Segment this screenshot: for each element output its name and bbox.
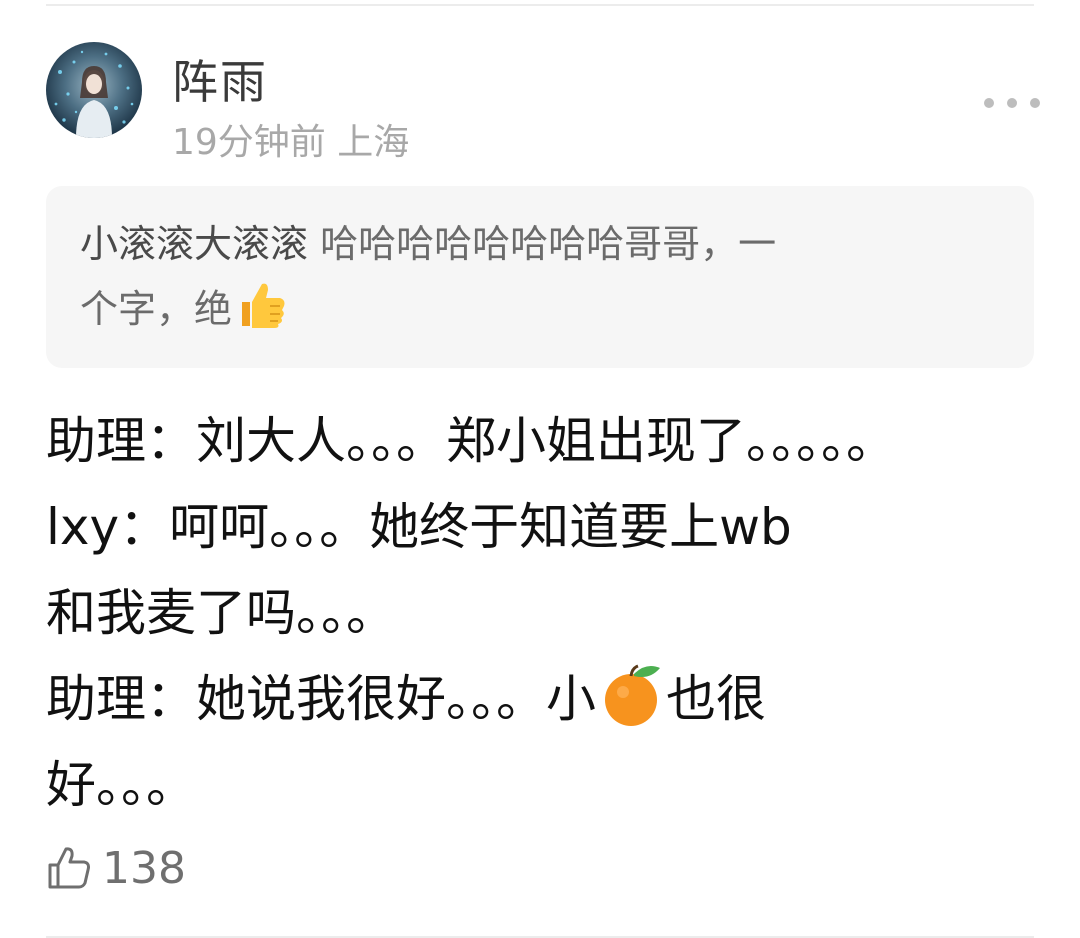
quote-text-2: 个字，绝 bbox=[80, 287, 233, 331]
post-content: 助理：刘大人。。。郑小姐出现了。。。。。 lxy：呵呵。。。她终于知道要上wb … bbox=[46, 398, 1046, 828]
quote-line-1: 小滚滚大滚滚 哈哈哈哈哈哈哈哈哥哥，一 bbox=[80, 212, 998, 276]
quote-text-1: 哈哈哈哈哈哈哈哈哥哥，一 bbox=[320, 222, 777, 266]
content-line-3: 和我麦了吗。。。 bbox=[46, 584, 396, 642]
quoted-comment[interactable]: 小滚滚大滚滚 哈哈哈哈哈哈哈哈哥哥，一 个字，绝 bbox=[46, 186, 1034, 368]
quoted-author[interactable]: 小滚滚大滚滚 bbox=[80, 222, 308, 266]
like-button[interactable]: 138 bbox=[46, 838, 186, 898]
like-count: 138 bbox=[102, 842, 186, 894]
content-line-5: 好。。。 bbox=[46, 756, 196, 814]
content-line-4-before: 助理：她说我很好。。。小 bbox=[46, 670, 596, 728]
content-line-2: lxy：呵呵。。。她终于知道要上wb bbox=[46, 498, 792, 556]
avatar[interactable] bbox=[46, 42, 142, 138]
quote-line-2: 个字，绝 bbox=[80, 276, 998, 341]
author-name[interactable]: 阵雨 bbox=[172, 50, 268, 114]
top-divider bbox=[46, 4, 1034, 6]
content-line-1: 助理：刘大人。。。郑小姐出现了。。。。。 bbox=[46, 412, 896, 470]
thumbs-up-emoji-icon bbox=[242, 283, 285, 328]
content-line-4-after: 也很 bbox=[666, 670, 766, 728]
more-dots-icon[interactable] bbox=[984, 90, 1040, 116]
content-line-4: 助理：她说我很好。。。小 也很 bbox=[46, 656, 1046, 742]
post-meta: 19分钟前 上海 bbox=[172, 122, 410, 163]
avatar-image bbox=[54, 50, 134, 138]
tangerine-emoji-icon bbox=[605, 664, 660, 726]
thumbs-up-outline-icon bbox=[48, 847, 90, 889]
